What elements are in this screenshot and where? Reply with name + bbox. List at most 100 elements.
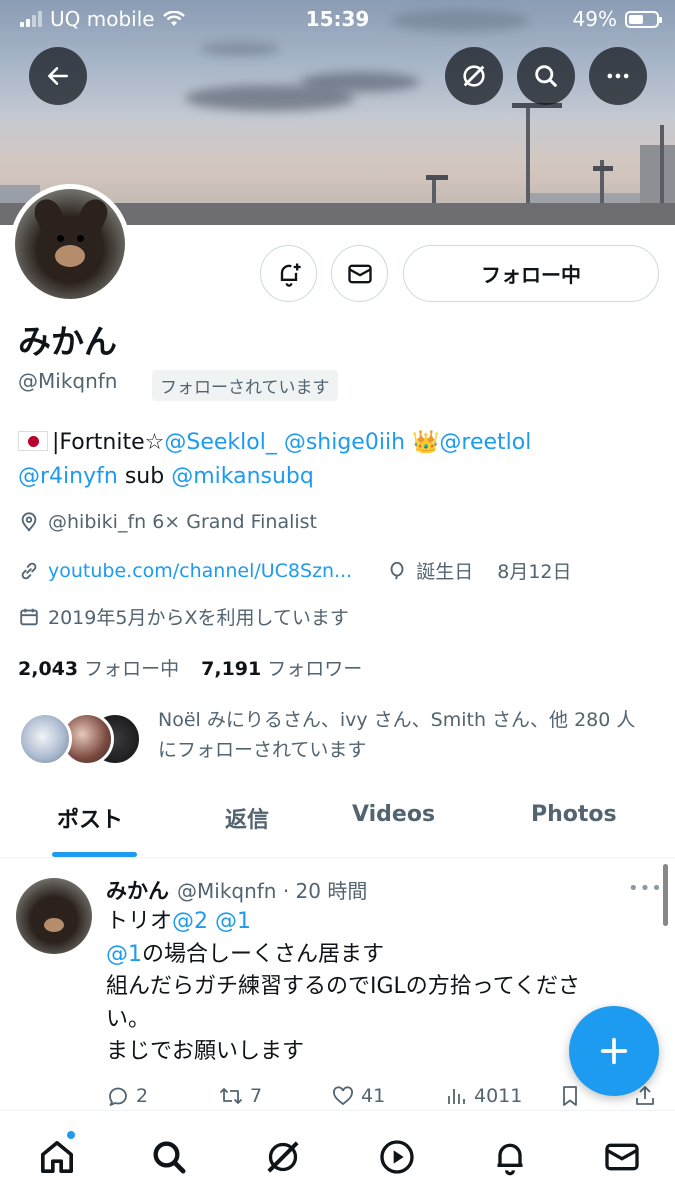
- profile-handle: @Mikqnfn: [18, 369, 118, 393]
- bio-sub-text: sub: [124, 464, 165, 489]
- grok-icon: [267, 1141, 299, 1173]
- reply-icon: [109, 1087, 127, 1106]
- bio-mention-r4inyfn[interactable]: @r4inyfn: [18, 464, 118, 489]
- back-button[interactable]: [29, 47, 87, 105]
- link-icon: [21, 562, 37, 579]
- followed-by-line1: Noël みにりるさん、ivy さん、Smith さん、他 280 人: [158, 709, 636, 731]
- calendar-icon: [20, 608, 38, 625]
- post-text: 組んだらガチ練習するのでIGLの方拾ってくださ: [106, 974, 581, 999]
- bio-mention-reetlol[interactable]: @reetlol: [439, 430, 531, 455]
- post-text: い。: [106, 1006, 151, 1032]
- post-mention[interactable]: @2 @1: [172, 909, 251, 934]
- like-button[interactable]: 41: [331, 1084, 385, 1108]
- tab-posts[interactable]: ポスト: [57, 802, 123, 834]
- nav-home[interactable]: [33, 1133, 81, 1181]
- followers-count: 7,191: [201, 658, 262, 680]
- reply-button[interactable]: 2: [106, 1084, 148, 1108]
- nav-videos[interactable]: [373, 1133, 421, 1181]
- active-tab-indicator: [52, 852, 137, 857]
- more-icon: [607, 73, 629, 79]
- post-more-icon[interactable]: •••: [628, 878, 663, 899]
- nav-search[interactable]: [145, 1133, 193, 1181]
- following-link[interactable]: 2,043 フォロー中: [18, 654, 179, 681]
- location-pin-icon: [21, 512, 37, 532]
- profile-tabs: ポスト 返信 Videos Photos: [0, 790, 675, 858]
- status-bar: UQ mobile 15:39 49%: [0, 0, 675, 38]
- home-icon: [41, 1141, 73, 1173]
- follower-avatar[interactable]: [18, 712, 72, 766]
- bookmark-button[interactable]: [558, 1084, 582, 1108]
- post-text: まじでお願いします: [106, 1039, 305, 1064]
- more-button[interactable]: [589, 47, 647, 105]
- followed-by-line2: にフォローされています: [158, 739, 367, 761]
- post-author-name[interactable]: みかん: [106, 875, 169, 905]
- crown-icon: 👑: [412, 430, 440, 455]
- heart-icon: [333, 1086, 353, 1106]
- post-text: の場合しーくさん居ます: [142, 941, 385, 967]
- views-button[interactable]: 4011: [444, 1084, 522, 1108]
- play-icon: [380, 1140, 414, 1174]
- post-author-handle-time: @Mikqnfn · 20 時間: [177, 879, 368, 903]
- bio-mention-mikansubq[interactable]: @mikansubq: [171, 464, 314, 489]
- views-icon: [448, 1089, 465, 1104]
- bottom-navigation: [0, 1110, 675, 1200]
- followed-by-text[interactable]: Noël みにりるさん、ivy さん、Smith さん、他 280 人 にフォロ…: [158, 705, 658, 765]
- bell-icon: [497, 1143, 523, 1176]
- mail-icon: [347, 264, 372, 283]
- following-count: 2,043: [18, 658, 79, 680]
- search-button[interactable]: [517, 47, 575, 105]
- profile-bio: |Fortnite☆@Seeklol_ @shige0iih 👑@reetlol…: [18, 426, 658, 494]
- followers-label: フォロワー: [267, 658, 363, 680]
- post-avatar[interactable]: [16, 878, 92, 954]
- post-body: トリオ@2 @1 @1の場合しーくさん居ます 組んだらガチ練習するのでIGLの方…: [106, 906, 626, 1069]
- nav-messages[interactable]: [598, 1133, 646, 1181]
- location-text: @hibiki_fn 6× Grand Finalist: [48, 511, 317, 533]
- following-label: フォロー中: [84, 658, 180, 680]
- like-count: 41: [361, 1085, 386, 1107]
- following-button[interactable]: フォロー中: [403, 245, 659, 302]
- repost-button[interactable]: 7: [218, 1084, 262, 1108]
- arrow-left-icon: [48, 67, 68, 85]
- nav-grok[interactable]: [259, 1133, 307, 1181]
- bio-mention-seeklol[interactable]: @Seeklol_: [164, 430, 276, 455]
- bookmark-icon: [563, 1086, 577, 1106]
- message-button[interactable]: [331, 245, 388, 302]
- grok-button[interactable]: [445, 47, 503, 105]
- profile-avatar[interactable]: [10, 184, 130, 304]
- grok-icon: [463, 65, 485, 87]
- mail-icon: [605, 1143, 639, 1171]
- bio-mention-shige0iih[interactable]: @shige0iih: [284, 430, 405, 455]
- post-mention[interactable]: @1: [106, 942, 142, 967]
- profile-joined: 2019年5月からXを利用しています: [18, 603, 349, 630]
- joined-text: 2019年5月からXを利用しています: [48, 607, 349, 629]
- repost-icon: [219, 1088, 243, 1104]
- follows-you-badge: フォローされています: [152, 370, 338, 401]
- post-text: トリオ: [106, 909, 173, 934]
- notification-dot: [66, 1130, 76, 1140]
- balloon-icon: [390, 561, 404, 579]
- bio-text: |Fortnite☆: [52, 430, 165, 455]
- search-icon: [535, 65, 557, 87]
- battery-icon: [625, 10, 662, 28]
- battery-percent: 49%: [572, 7, 617, 31]
- notify-button[interactable]: [260, 245, 317, 302]
- tab-photos[interactable]: Photos: [531, 802, 617, 827]
- followers-link[interactable]: 7,191 フォロワー: [201, 654, 362, 681]
- reply-count: 2: [136, 1085, 149, 1107]
- battery-status: 49%: [572, 7, 662, 31]
- birthday-date: 8月12日: [497, 561, 572, 583]
- bell-plus-icon: [280, 263, 301, 287]
- follow-counts: 2,043 フォロー中 7,191 フォロワー: [18, 654, 362, 681]
- profile-name: みかん: [18, 322, 117, 361]
- repost-count: 7: [250, 1085, 263, 1107]
- japan-flag-icon: [18, 431, 48, 451]
- tab-videos[interactable]: Videos: [352, 802, 435, 827]
- profile-website-row: youtube.com/channel/UC8Szn... 誕生日 8月12日: [18, 557, 572, 584]
- website-link[interactable]: youtube.com/channel/UC8Szn...: [48, 560, 352, 582]
- birthday-label: 誕生日: [416, 561, 474, 583]
- tab-replies[interactable]: 返信: [225, 802, 269, 834]
- scrollbar[interactable]: [663, 864, 668, 926]
- plus-icon: [600, 1037, 628, 1065]
- compose-button[interactable]: [569, 1006, 659, 1096]
- nav-notifications[interactable]: [486, 1133, 534, 1181]
